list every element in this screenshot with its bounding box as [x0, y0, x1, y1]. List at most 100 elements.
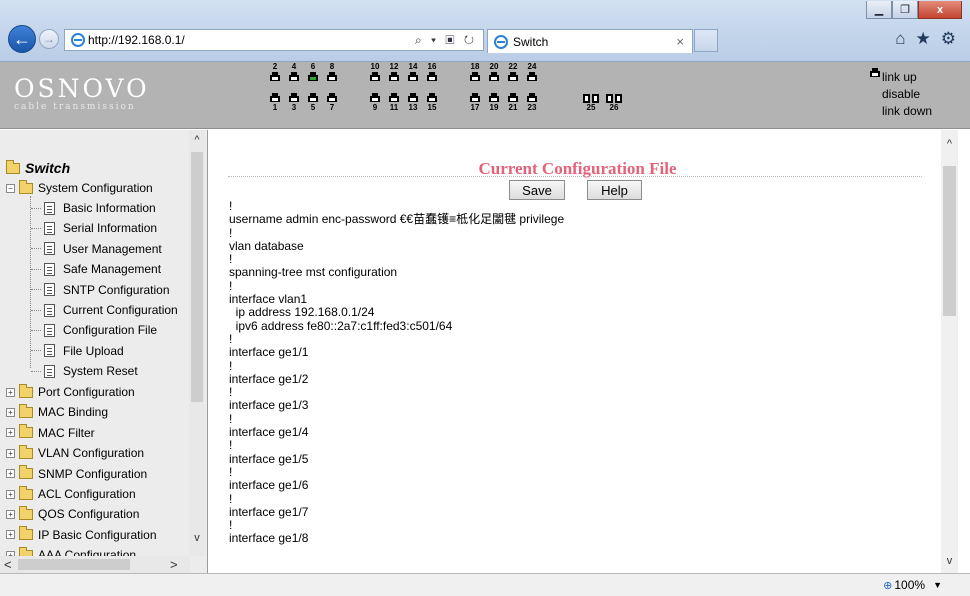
port-number: 23	[527, 103, 537, 112]
sidebar-item-system-reset[interactable]: System Reset	[31, 361, 138, 381]
sidebar-item-file-upload[interactable]: File Upload	[31, 341, 124, 361]
ethernet-port-icon	[489, 93, 499, 102]
sidebar-group-acl-configuration[interactable]: + ACL Configuration	[6, 484, 136, 504]
settings-gear-icon[interactable]: ⚙	[941, 29, 956, 49]
sidebar-group-snmp-configuration[interactable]: + SNMP Configuration	[6, 464, 147, 484]
address-bar[interactable]: http://192.168.0.1/ ⌕ ▾ ▣ ↻	[64, 29, 484, 51]
main-scroll-up-icon[interactable]: ^	[941, 138, 958, 150]
sidebar-item-configuration-file[interactable]: Configuration File	[31, 320, 157, 340]
port-7[interactable]: 7	[319, 92, 345, 112]
folder-icon	[19, 403, 33, 418]
forward-button[interactable]: →	[39, 29, 59, 49]
port-number: 16	[427, 62, 437, 71]
ethernet-port-icon	[427, 93, 437, 102]
sidebar-item-basic-information[interactable]: Basic Information	[31, 198, 156, 218]
tree-item-label: ACL Configuration	[38, 487, 136, 501]
sidebar-group-ip-basic-configuration[interactable]: + IP Basic Configuration	[6, 525, 157, 545]
port-23[interactable]: 23	[519, 92, 545, 112]
expand-icon[interactable]: +	[6, 469, 15, 479]
port-16[interactable]: 16	[419, 62, 445, 82]
address-bar-tools[interactable]: ⌕ ▾ ▣ ↻	[415, 33, 477, 48]
tab-close-icon[interactable]: ×	[676, 34, 684, 49]
config-line: !	[229, 518, 233, 533]
home-icon[interactable]: ⌂	[895, 29, 905, 49]
port-15[interactable]: 15	[419, 92, 445, 112]
scroll-down-icon[interactable]: v	[189, 530, 205, 546]
favorites-star-icon[interactable]: ★	[916, 29, 931, 49]
tree-item-label: Serial Information	[63, 221, 158, 236]
main-scroll-thumb[interactable]	[943, 166, 956, 316]
zoom-control[interactable]: ⊕ 100% ▼	[883, 578, 942, 592]
port-24[interactable]: 24	[519, 62, 545, 82]
config-line: ipv6 address fe80::2a7:c1ff:fed3:c501/64	[229, 318, 453, 333]
device-header: OSNOVO cable transmission 2 4 6 8 10 12 14 16 18…	[0, 62, 970, 129]
back-button[interactable]: ←	[8, 25, 36, 53]
expand-icon[interactable]: +	[6, 489, 15, 499]
expand-icon[interactable]: +	[6, 407, 15, 417]
config-line: interface ge1/8	[229, 531, 309, 546]
sidebar-group-port-configuration[interactable]: + Port Configuration	[6, 382, 135, 402]
main-vertical-scrollbar[interactable]: ^ v	[941, 130, 958, 573]
scroll-up-icon[interactable]: ^	[189, 132, 205, 148]
config-line: ip address 192.168.0.1/24	[229, 305, 375, 320]
tree-root-switch[interactable]: Switch	[6, 159, 71, 176]
sidebar-group-system[interactable]: − System Configuration	[6, 178, 153, 198]
port-number: 15	[427, 103, 437, 112]
sidebar-item-safe-management[interactable]: Safe Management	[31, 259, 161, 279]
config-line: interface ge1/7	[229, 504, 309, 519]
collapse-icon[interactable]: −	[6, 183, 15, 193]
ethernet-port-icon	[370, 93, 380, 102]
config-line: interface ge1/5	[229, 451, 309, 466]
expand-icon[interactable]: +	[6, 387, 15, 397]
fiber-port-26[interactable]: 26	[599, 94, 629, 112]
ethernet-port-icon	[489, 72, 499, 81]
sidebar-item-sntp-configuration[interactable]: SNTP Configuration	[31, 280, 170, 300]
sidebar-tree: Switch − System Configuration Basic Inform…	[0, 130, 208, 573]
config-line: interface vlan1	[229, 292, 308, 307]
tree-root-label: Switch	[25, 160, 71, 176]
help-button[interactable]: Help	[587, 180, 642, 200]
browser-tab[interactable]: Switch ×	[487, 29, 693, 53]
ethernet-port-icon	[470, 93, 480, 102]
sidebar-horizontal-scrollbar[interactable]: < >	[0, 556, 190, 573]
folder-icon	[19, 505, 33, 520]
document-icon	[44, 323, 55, 337]
close-window-button[interactable]: x	[918, 1, 962, 19]
config-text: ! username admin enc-password €€苗蠢镬≡柢化足闔毽…	[229, 199, 564, 546]
sidebar-group-vlan-configuration[interactable]: + VLAN Configuration	[6, 443, 144, 463]
main-scroll-down-icon[interactable]: v	[941, 555, 958, 567]
logo-sub-text: cable transmission	[14, 102, 136, 112]
config-line: !	[229, 438, 233, 453]
config-line: interface ge1/4	[229, 425, 309, 440]
tree-item-label: File Upload	[63, 343, 124, 358]
sidebar-item-user-management[interactable]: User Management	[31, 239, 162, 259]
document-icon	[44, 201, 55, 215]
expand-icon[interactable]: +	[6, 428, 15, 438]
expand-icon[interactable]: +	[6, 530, 15, 540]
sidebar-group-qos-configuration[interactable]: + QOS Configuration	[6, 504, 139, 524]
sidebar-group-mac-filter[interactable]: + MAC Filter	[6, 423, 95, 443]
scroll-right-icon[interactable]: >	[170, 556, 178, 573]
minimize-button[interactable]: ▁	[866, 1, 892, 19]
ethernet-port-icon	[408, 72, 418, 81]
config-line: interface ge1/3	[229, 398, 309, 413]
expand-icon[interactable]: +	[6, 509, 15, 519]
tree-item-label: System Reset	[63, 364, 138, 379]
sidebar-hscroll-thumb[interactable]	[18, 559, 130, 570]
zoom-dropdown-icon[interactable]: ▼	[933, 580, 942, 590]
expand-icon[interactable]: +	[6, 448, 15, 458]
tab-favicon-icon	[494, 34, 508, 49]
url-text[interactable]: http://192.168.0.1/	[88, 33, 185, 47]
maximize-button[interactable]: ❐	[892, 1, 918, 19]
save-button[interactable]: Save	[509, 180, 565, 200]
new-tab-button[interactable]	[694, 29, 718, 52]
scroll-left-icon[interactable]: <	[4, 556, 12, 573]
sidebar-item-serial-information[interactable]: Serial Information	[31, 218, 157, 238]
sidebar-scroll-thumb[interactable]	[191, 152, 203, 402]
sidebar-item-current-configuration[interactable]: Current Configuration	[31, 300, 178, 320]
port-8[interactable]: 8	[319, 62, 345, 82]
document-icon	[44, 364, 55, 378]
ethernet-port-icon	[389, 72, 399, 81]
sidebar-vertical-scrollbar[interactable]: ^ v	[189, 130, 205, 556]
sidebar-group-mac-binding[interactable]: + MAC Binding	[6, 402, 108, 422]
